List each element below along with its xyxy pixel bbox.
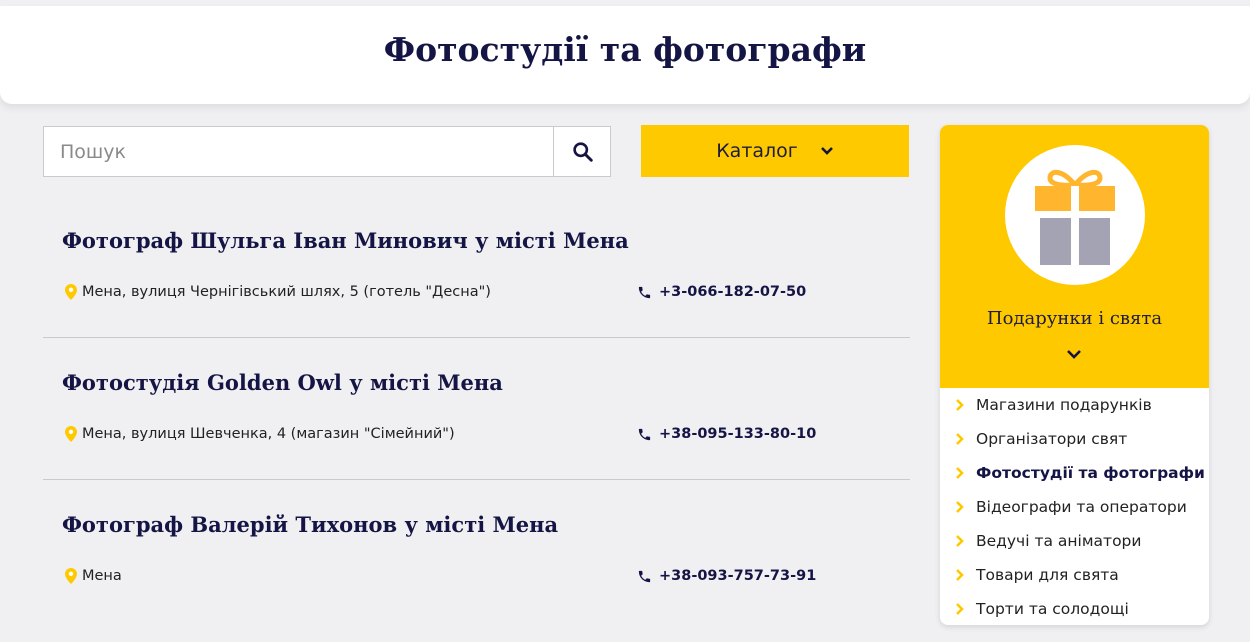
menu-item[interactable]: Торти та солодощі [940,592,1209,625]
search-input[interactable] [44,127,553,176]
menu-item-label: Магазини подарунків [976,396,1152,414]
menu-item-label: Торти та солодощі [976,600,1129,618]
map-pin-icon [65,284,77,300]
listing-phone-text: +38-095-133-80-10 [659,426,817,442]
map-pin-icon [65,568,77,584]
menu-item[interactable]: Магазини подарунків [940,388,1209,422]
listing-address-text: Мена, вулиця Шевченка, 4 (магазин "Сімей… [82,426,455,442]
search-button[interactable] [553,127,611,176]
listing-title[interactable]: Фотограф Шульга Іван Минович у місті Мен… [62,228,629,253]
category-title: Подарунки і свята [986,308,1163,329]
menu-item-label: Відеографи та оператори [976,498,1187,516]
menu-item-label: Товари для свята [976,566,1119,584]
catalog-button[interactable]: Каталог [641,125,909,177]
listing-item: Фотограф Валерій Тихонов у місті Мена Ме… [43,480,910,622]
chevron-down-icon[interactable] [1066,349,1082,360]
chevron-right-icon [956,569,964,581]
chevron-right-icon [956,399,964,411]
chevron-right-icon [956,433,964,445]
category-sidebar: Подарунки і свята Магазини подарунків Ор… [940,125,1209,625]
listing-phone[interactable]: +3-066-182-07-50 [637,284,806,300]
listing-address-text: Мена [82,568,122,584]
listing-item: Фотостудія Golden Owl у місті Мена Мена,… [43,338,910,480]
chevron-down-icon [820,147,833,155]
menu-item-label: Ведучі та аніматори [976,532,1142,550]
listing-title[interactable]: Фотограф Валерій Тихонов у місті Мена [62,512,558,537]
listing-address: Мена [65,568,122,584]
page-header: Фотостудії та фотографи [0,6,1250,104]
chevron-right-icon [956,603,964,615]
menu-item[interactable]: Товари для свята [940,558,1209,592]
page-title: Фотостудії та фотографи [383,30,867,69]
menu-item[interactable]: Організатори свят [940,422,1209,456]
phone-icon [638,286,651,298]
gift-icon [1035,169,1115,265]
listing-address: Мена, вулиця Чернігівський шлях, 5 (готе… [65,284,491,300]
phone-icon [638,428,651,440]
listing-address: Мена, вулиця Шевченка, 4 (магазин "Сімей… [65,426,455,442]
catalog-label: Каталог [716,140,798,162]
listing-item: Фотограф Шульга Іван Минович у місті Мен… [43,196,910,338]
listing-phone[interactable]: +38-095-133-80-10 [637,426,816,442]
menu-item-active[interactable]: Фотостудії та фотографи [940,456,1209,490]
phone-icon [638,570,651,582]
category-icon-circle [1005,145,1145,285]
chevron-right-icon [956,467,964,479]
chevron-right-icon [956,501,964,513]
menu-item-label: Фотостудії та фотографи [976,464,1205,482]
menu-item[interactable]: Відеографи та оператори [940,490,1209,524]
map-pin-icon [65,426,77,442]
search-box [43,126,611,177]
chevron-right-icon [956,535,964,547]
listing-phone[interactable]: +38-093-757-73-91 [637,568,816,584]
menu-item[interactable]: Ведучі та аніматори [940,524,1209,558]
search-icon [573,142,593,162]
category-header: Подарунки і свята [940,125,1209,388]
listing-title[interactable]: Фотостудія Golden Owl у місті Мена [62,370,503,395]
category-menu: Магазини подарунків Організатори свят Фо… [940,388,1209,625]
listing-phone-text: +38-093-757-73-91 [659,568,817,584]
listing-address-text: Мена, вулиця Чернігівський шлях, 5 (готе… [82,284,491,300]
menu-item-label: Організатори свят [976,430,1128,448]
listing-phone-text: +3-066-182-07-50 [659,284,807,300]
